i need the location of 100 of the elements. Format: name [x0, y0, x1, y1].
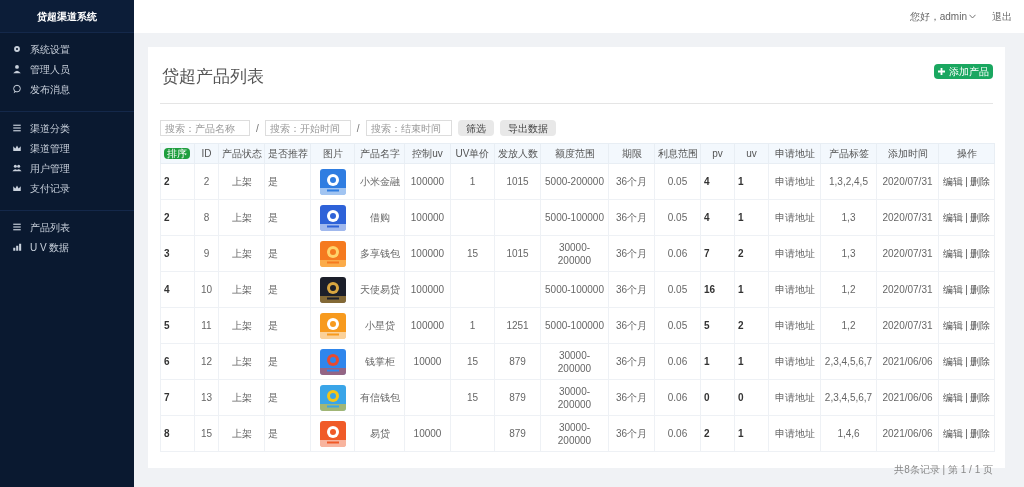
- plus-icon: [938, 67, 945, 75]
- list-icon: [12, 222, 22, 232]
- column-header: 期限: [621, 148, 642, 159]
- edit-link[interactable]: 编辑: [943, 248, 964, 259]
- table-cell: 30000-200000: [557, 385, 592, 410]
- sidebar-item[interactable]: 发布消息: [0, 79, 134, 99]
- table-cell: 0: [738, 392, 744, 403]
- list-icon: [12, 123, 22, 133]
- sidebar-item[interactable]: 支付记录: [0, 178, 134, 198]
- table-cell: 5: [704, 320, 710, 331]
- column-header: 申请地址: [774, 148, 815, 159]
- table-cell: 上架: [231, 320, 252, 331]
- table-cell: 1: [469, 176, 476, 187]
- table-cell: 7: [164, 392, 170, 403]
- table-cell: 是: [268, 284, 278, 295]
- table-cell: 是: [268, 392, 278, 403]
- edit-link[interactable]: 编辑: [943, 320, 964, 331]
- sidebar-item[interactable]: 管理人员: [0, 59, 134, 79]
- table-cell: 1,4,6: [837, 428, 860, 439]
- column-header: 利息范围: [657, 148, 698, 159]
- table-cell: 1,2: [841, 284, 856, 295]
- column-header: 产品名字: [359, 148, 400, 159]
- table-cell: 2,3,4,5,6,7: [824, 356, 873, 367]
- delete-link[interactable]: 删除: [969, 320, 990, 331]
- table-cell: 申请地址: [774, 320, 815, 331]
- edit-link[interactable]: 编辑: [943, 428, 964, 439]
- search-field[interactable]: 搜索：结束时间: [365, 120, 452, 136]
- sidebar-item[interactable]: 渠道管理: [0, 138, 134, 158]
- pipe-label: |: [965, 356, 968, 367]
- app-title: 贷超渠道系统: [37, 9, 97, 24]
- column-header: 添加时间: [887, 148, 928, 159]
- table-cell: 1: [738, 212, 744, 223]
- column-header: ID: [201, 148, 212, 159]
- table-cell: 是: [268, 212, 278, 223]
- table-cell: 钱掌柜: [364, 356, 395, 367]
- table-cell: 15: [466, 248, 479, 259]
- table-cell: 4: [164, 284, 170, 295]
- sidebar-item[interactable]: 系统设置: [0, 39, 134, 59]
- delete-link[interactable]: 删除: [969, 392, 990, 403]
- table-cell: 36个月: [615, 176, 648, 187]
- edit-link[interactable]: 编辑: [943, 392, 964, 403]
- table-cell: 10: [200, 284, 213, 295]
- table-cell: 上架: [231, 248, 252, 259]
- table-cell: 0: [704, 392, 710, 403]
- table-cell: 2020/07/31: [882, 212, 933, 223]
- delete-link[interactable]: 删除: [969, 176, 990, 187]
- table-cell: 申请地址: [774, 176, 815, 187]
- pipe-label: |: [965, 428, 968, 439]
- table-cell: 申请地址: [774, 248, 815, 259]
- table-cell: 2020/07/31: [882, 176, 933, 187]
- edit-link[interactable]: 编辑: [943, 212, 964, 223]
- table-cell: 2: [738, 248, 744, 259]
- table-cell: 879: [509, 356, 526, 367]
- sidebar-item[interactable]: U V 数据: [0, 237, 134, 257]
- sidebar-item[interactable]: 渠道分类: [0, 118, 134, 138]
- crown-icon: [12, 143, 22, 153]
- logout-link[interactable]: 退出: [992, 9, 1012, 24]
- separator-slash: /: [356, 121, 360, 136]
- table-cell: 30000-200000: [557, 241, 592, 266]
- search-field[interactable]: 搜索：产品名称: [160, 120, 250, 136]
- edit-link[interactable]: 编辑: [943, 284, 964, 295]
- table-cell: 2,3,4,5,6,7: [824, 392, 873, 403]
- table-cell: 上架: [231, 392, 252, 403]
- table-cell: 7: [704, 248, 710, 259]
- pagination-text: 共8条记录 | 第 1 / 1 页: [894, 463, 993, 477]
- delete-link[interactable]: 删除: [969, 212, 990, 223]
- column-header: 控制uv: [412, 148, 443, 159]
- user-menu[interactable]: 您好，admin: [909, 9, 976, 24]
- delete-link[interactable]: 删除: [969, 428, 990, 439]
- table-cell: 1,3: [841, 248, 856, 259]
- table-cell: 1,2: [841, 320, 856, 331]
- table-cell: 5000-100000: [545, 284, 604, 295]
- filter-button[interactable]: 导出数据: [499, 120, 556, 136]
- delete-link[interactable]: 删除: [969, 284, 990, 295]
- table-cell: 1,3: [841, 212, 856, 223]
- edit-link[interactable]: 编辑: [943, 176, 964, 187]
- delete-link[interactable]: 删除: [969, 248, 990, 259]
- table-cell: 易贷: [369, 428, 390, 439]
- column-header: pv: [712, 148, 723, 159]
- table-cell: 2020/07/31: [882, 248, 933, 259]
- table-cell: 申请地址: [774, 428, 815, 439]
- edit-link[interactable]: 编辑: [943, 356, 964, 367]
- table-cell: 申请地址: [774, 212, 815, 223]
- sidebar-item[interactable]: 产品列表: [0, 217, 134, 237]
- table-cell: 2: [164, 176, 170, 187]
- table-cell: 15: [466, 392, 479, 403]
- sidebar-item[interactable]: 用户管理: [0, 158, 134, 178]
- search-field[interactable]: 搜索：开始时间: [264, 120, 351, 136]
- table-cell: 1: [469, 320, 476, 331]
- table-cell: 5000-100000: [545, 212, 604, 223]
- filter-button[interactable]: 筛选: [457, 120, 494, 136]
- chat-icon: [12, 84, 22, 94]
- table-cell: 0.05: [667, 176, 688, 187]
- delete-link[interactable]: 删除: [969, 356, 990, 367]
- table-cell: 0.05: [667, 212, 688, 223]
- table-cell: 2020/07/31: [882, 320, 933, 331]
- table-cell: 1: [738, 176, 744, 187]
- table-cell: 1015: [506, 176, 529, 187]
- table-cell: 有信钱包: [359, 392, 400, 403]
- column-header: 图片: [322, 148, 343, 159]
